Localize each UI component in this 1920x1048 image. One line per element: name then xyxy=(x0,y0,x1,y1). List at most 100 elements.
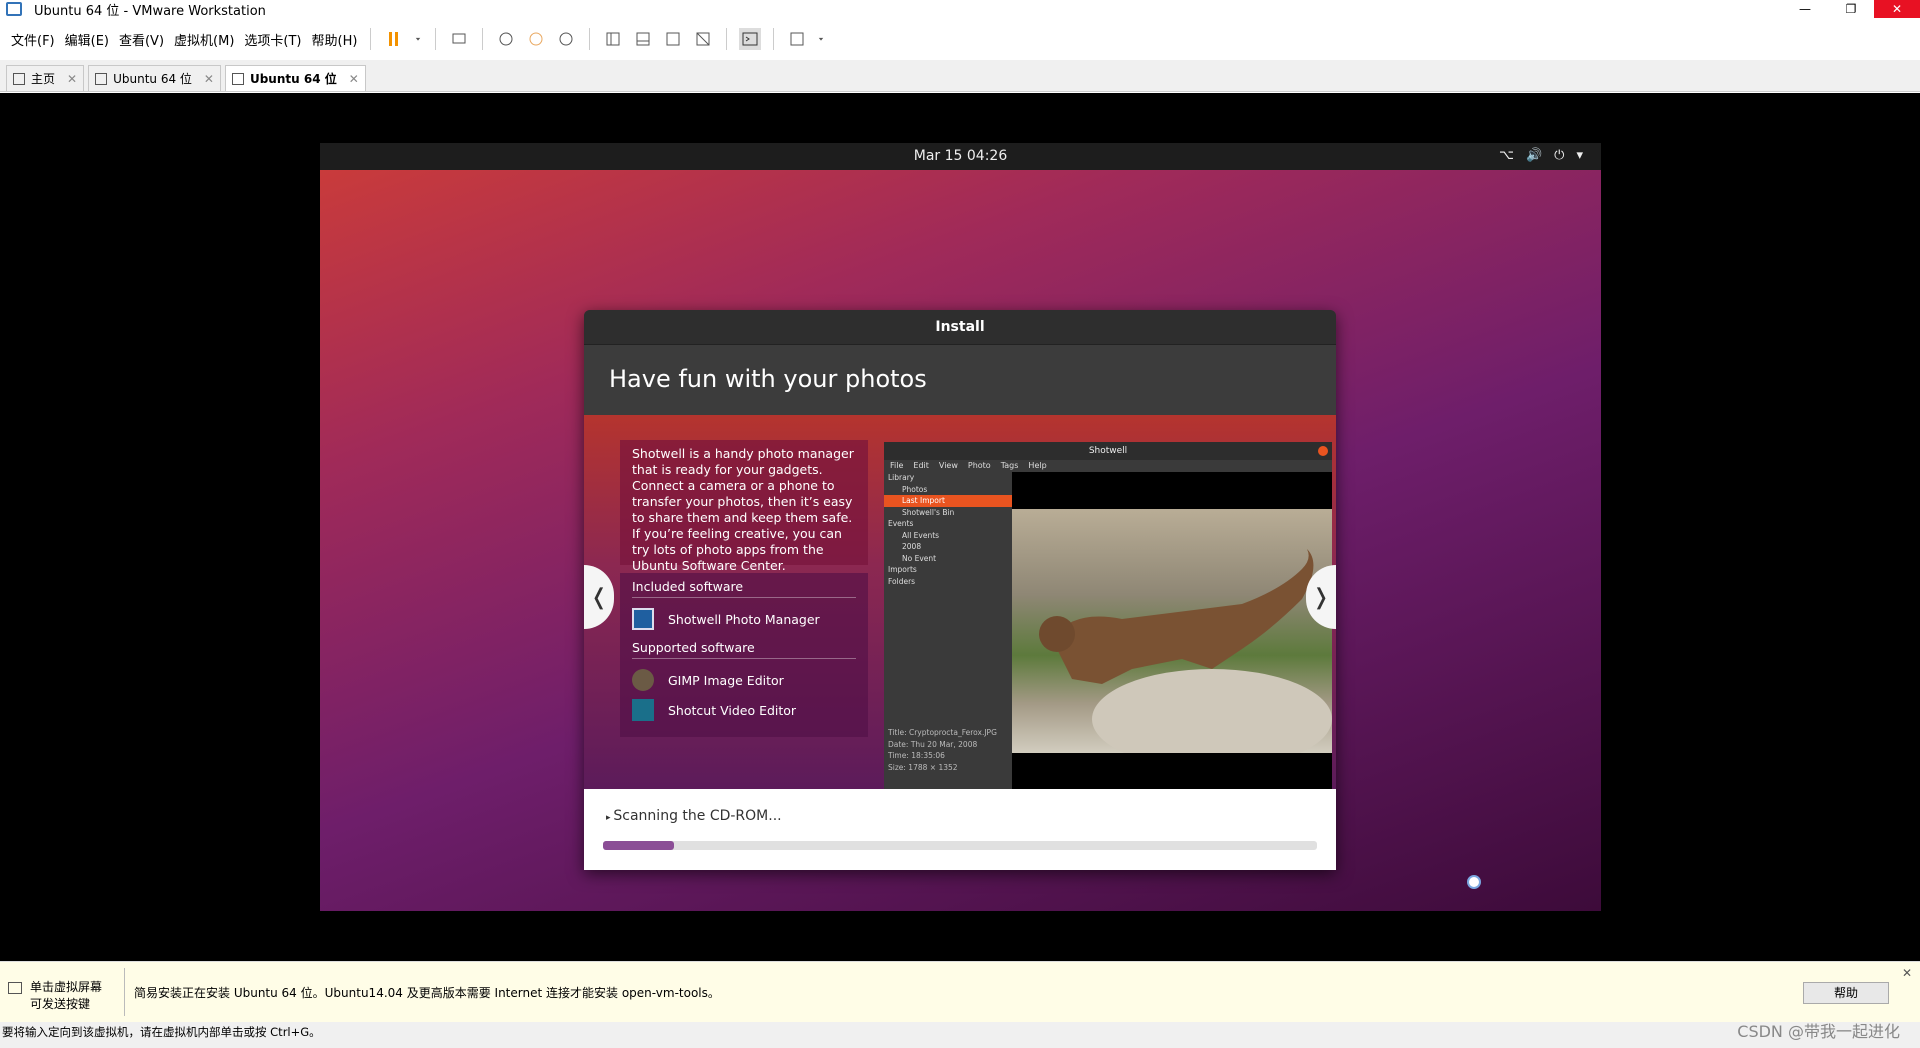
network-icon[interactable]: ⌥ xyxy=(1499,148,1514,163)
status-text: 要将输入定向到该虚拟机，请在虚拟机内部单击或按 Ctrl+G。 xyxy=(2,1025,321,1039)
shotwell-screenshot: Shotwell File Edit View Photo Tags Help … xyxy=(884,442,1332,789)
photo-info: Title: Cryptoprocta_Ferox.JPG xyxy=(888,728,997,737)
tab-ubuntu-1[interactable]: Ubuntu 64 位 ✕ xyxy=(88,65,221,91)
pause-icon[interactable] xyxy=(383,28,405,50)
close-icon xyxy=(1318,446,1328,456)
hint-message: 简易安装正在安装 Ubuntu 64 位。Ubuntu14.04 及更高版本需要… xyxy=(134,986,720,1000)
dialog-title: Install xyxy=(584,310,1336,345)
gimp-icon xyxy=(632,669,654,691)
watermark: CSDN @带我一起进化 xyxy=(1737,1022,1900,1041)
tab-close-icon[interactable]: ✕ xyxy=(67,72,77,86)
fullscreen-icon[interactable] xyxy=(662,28,684,50)
shotwell-icon xyxy=(632,608,654,630)
menu-vm[interactable]: 虚拟机(M) xyxy=(169,30,239,49)
snapshot-icon[interactable] xyxy=(495,28,517,50)
status-bar: 要将输入定向到该虚拟机，请在虚拟机内部单击或按 Ctrl+G。 CSDN @带我… xyxy=(0,1022,1920,1048)
list-item: Events xyxy=(888,519,914,528)
volume-icon[interactable]: 🔊 xyxy=(1526,148,1542,163)
keyboard-icon xyxy=(8,982,22,994)
slide-heading: Have fun with your photos xyxy=(584,345,1336,413)
console-view-icon[interactable] xyxy=(739,28,762,50)
supported-software-header: Supported software xyxy=(632,640,856,659)
snapshot-manager-icon[interactable] xyxy=(555,28,577,50)
install-progress-area: ▸ Scanning the CD-ROM... xyxy=(584,789,1336,870)
menu-help[interactable]: 帮助(H) xyxy=(307,30,363,49)
home-icon xyxy=(13,72,25,85)
tab-ubuntu-2[interactable]: Ubuntu 64 位 ✕ xyxy=(224,65,366,91)
list-item: Library xyxy=(888,473,915,482)
list-item: Imports xyxy=(888,565,917,574)
status-text[interactable]: ▸ Scanning the CD-ROM... xyxy=(606,808,782,824)
progress-fill xyxy=(603,841,675,850)
guest-screen[interactable]: Mar 15 04:26 ⌥ 🔊 ⏻ ▾ Install Have fun wi… xyxy=(320,143,1601,911)
hint-bar: 单击虚拟屏幕 可发送按键 简易安装正在安装 Ubuntu 64 位。Ubuntu1… xyxy=(0,961,1920,1022)
list-item: Folders xyxy=(888,576,916,586)
tab-bar: 主页 ✕ Ubuntu 64 位 ✕ Ubuntu 64 位 ✕ xyxy=(0,60,1920,92)
screenshot-menu-item: View xyxy=(938,461,958,470)
help-button[interactable]: 帮助 xyxy=(1803,982,1889,1004)
close-button[interactable]: ✕ xyxy=(1874,0,1920,18)
menu-tabs[interactable]: 选项卡(T) xyxy=(239,30,306,49)
slide-description: Shotwell is a handy photo manager that i… xyxy=(620,440,868,573)
tab-home[interactable]: 主页 ✕ xyxy=(6,65,85,91)
install-dialog: Install Have fun with your photos Shotwe… xyxy=(584,310,1336,870)
screenshot-menu-item: Photo xyxy=(967,461,991,470)
stretch-guest-icon[interactable] xyxy=(786,28,808,50)
photo-info: Date: Thu 20 Mar, 2008 xyxy=(888,739,978,749)
vmware-logo-icon xyxy=(6,2,22,16)
list-item: Shotwell Photo Manager xyxy=(632,604,856,634)
minimize-button[interactable]: — xyxy=(1782,0,1828,18)
progress-bar xyxy=(603,841,1317,850)
vm-running-icon xyxy=(231,72,244,85)
send-keys-icon[interactable] xyxy=(448,28,470,50)
screenshot-sidebar: Library Photos Last Import Shotwell's Bi… xyxy=(884,472,1012,789)
photo-info: Size: 1788 × 1352 xyxy=(888,762,958,772)
menu-view[interactable]: 查看(V) xyxy=(114,30,169,49)
photo-view xyxy=(1012,472,1332,789)
power-icon[interactable]: ⏻ xyxy=(1554,148,1564,163)
thumbnail-bar-icon[interactable] xyxy=(632,28,654,50)
list-item: All Events xyxy=(902,530,940,540)
gnome-top-bar: Mar 15 04:26 ⌥ 🔊 ⏻ ▾ xyxy=(320,143,1601,170)
title-bar: Ubuntu 64 位 - VMware Workstation — ❐ ✕ xyxy=(0,0,1920,19)
list-item: No Event xyxy=(902,553,937,563)
menu-edit[interactable]: 编辑(E) xyxy=(60,30,114,49)
prev-slide-button[interactable]: ❬ xyxy=(584,565,614,629)
hint-close-icon[interactable]: ✕ xyxy=(1902,966,1912,980)
screenshot-menu-item: Edit xyxy=(913,461,929,470)
hint-click-label: 单击虚拟屏幕 xyxy=(30,980,103,994)
system-menu-icon[interactable]: ▾ xyxy=(1576,148,1583,163)
dropdown-arrow-icon[interactable] xyxy=(413,28,423,50)
hint-keys-label: 可发送按键 xyxy=(30,997,91,1011)
menu-file[interactable]: 文件(F) xyxy=(6,30,60,49)
vm-console[interactable]: Mar 15 04:26 ⌥ 🔊 ⏻ ▾ Install Have fun wi… xyxy=(0,93,1920,961)
dropdown-arrow-icon[interactable] xyxy=(816,28,826,50)
menu-bar: 文件(F) 编辑(E) 查看(V) 虚拟机(M) 选项卡(T) 帮助(H) xyxy=(0,18,1920,60)
screenshot-menu-item: Tags xyxy=(1000,461,1019,470)
window-title: Ubuntu 64 位 - VMware Workstation xyxy=(34,3,266,19)
library-view-icon[interactable] xyxy=(602,28,624,50)
list-item: Shotwell's Bin xyxy=(902,507,955,517)
fossa-photo xyxy=(1012,509,1332,769)
list-item: Last Import xyxy=(884,495,1012,507)
included-software-header: Included software xyxy=(632,579,856,598)
clock[interactable]: Mar 15 04:26 xyxy=(320,148,1601,164)
vm-icon xyxy=(95,72,108,85)
mouse-cursor-icon xyxy=(1467,875,1481,889)
desktop-wallpaper: Install Have fun with your photos Shotwe… xyxy=(320,170,1601,911)
screenshot-title: Shotwell xyxy=(1088,446,1128,456)
restore-button[interactable]: ❐ xyxy=(1828,0,1874,18)
shotcut-icon xyxy=(632,699,654,721)
list-item: Shotcut Video Editor xyxy=(632,695,856,725)
screenshot-menu-item: File xyxy=(890,461,904,470)
revert-snapshot-icon[interactable] xyxy=(525,28,547,50)
list-item: 2008 xyxy=(902,542,922,551)
slideshow: Shotwell is a handy photo manager that i… xyxy=(584,415,1336,789)
screenshot-menu-item: Help xyxy=(1028,461,1047,470)
tab-close-icon[interactable]: ✕ xyxy=(204,72,214,86)
tab-close-icon[interactable]: ✕ xyxy=(349,72,359,86)
unity-icon[interactable] xyxy=(692,28,714,50)
photo-info: Time: 18:35:06 xyxy=(888,751,945,760)
list-item: Photos xyxy=(902,484,928,494)
software-list: Included software Shotwell Photo Manager… xyxy=(620,573,868,737)
